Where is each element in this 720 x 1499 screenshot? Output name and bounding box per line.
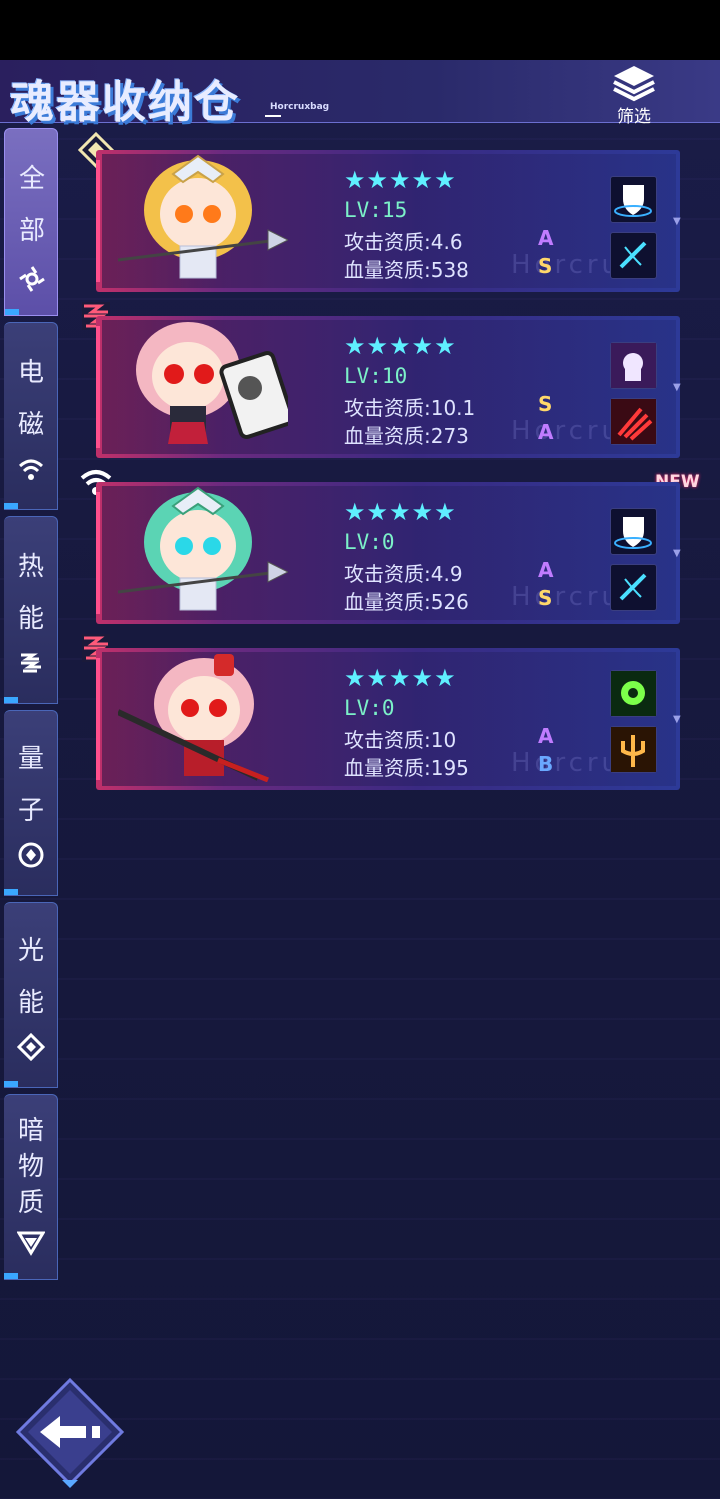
level-label: LV:10 [344,364,408,388]
tab-corner [4,697,18,703]
dark-matter-icon [16,1229,46,1257]
card-glow [96,492,100,614]
filter-button[interactable]: 筛选 [606,62,662,127]
tab-electromagnetic[interactable]: 电 磁 [4,322,58,510]
status-bar [0,0,720,60]
swirl-icon [18,265,46,293]
star-rating: ★★★★★ [344,664,457,692]
page-title: 魂器收纳仓 [10,77,240,128]
hp-grade: S [538,254,553,278]
tab-quantum[interactable]: 量 子 [4,710,58,896]
tab-dark-matter[interactable]: 暗 物 质 [4,1094,58,1280]
tab-all[interactable]: 全 部 [4,128,58,316]
filter-label: 筛选 [617,107,651,127]
level-label: LV:0 [344,696,395,720]
tab-label: 量 子 [17,744,44,826]
tab-label: 光 能 [17,936,44,1018]
page-subtitle: Horcruxbag [270,102,330,112]
fire-claw-skill-icon[interactable] [610,398,657,445]
wifi-icon [17,455,45,483]
character-portrait [136,322,288,444]
hp-stat: 血量资质:526 [344,590,469,614]
back-button[interactable] [14,1376,126,1488]
character-portrait [118,154,288,279]
attack-grade: A [538,558,554,582]
title-underline [265,115,281,117]
quantum-icon [17,841,45,869]
star-rating: ★★★★★ [344,166,457,194]
card-arrow: ▼ [673,548,681,559]
hp-grade: A [538,420,554,444]
chain-skill-icon[interactable] [610,564,657,611]
tab-corner [4,1273,18,1279]
tab-light[interactable]: 光 能 [4,902,58,1088]
tab-thermal[interactable]: 热 能 [4,516,58,704]
character-portrait [118,654,269,782]
heat-wave-icon [17,649,45,677]
card-arrow: ▼ [673,382,681,393]
tab-label: 暗 物 质 [17,1116,44,1218]
layers-icon [613,66,655,102]
hp-stat: 血量资质:195 [344,756,469,780]
attack-stat: 攻击资质:10 [344,728,457,752]
card-glow [96,326,100,448]
tab-corner [4,503,18,509]
toxic-skill-icon[interactable] [610,670,657,717]
level-label: LV:15 [344,198,408,222]
trident-skill-icon[interactable] [610,726,657,773]
card-glow [96,160,100,282]
attack-stat: 攻击资质:4.9 [344,562,463,586]
character-portrait [118,486,288,611]
attack-stat: 攻击资质:4.6 [344,230,463,254]
card-arrow: ▼ [673,216,681,227]
attack-grade: A [538,724,554,748]
hp-stat: 血量资质:538 [344,258,469,282]
card-glow [96,658,100,780]
chain-skill-icon[interactable] [610,232,657,279]
tab-label: 电 磁 [17,358,44,440]
hp-grade: B [538,752,554,776]
tab-label: 热 能 [17,552,44,634]
shield-skill-icon[interactable] [610,508,657,555]
star-rating: ★★★★★ [344,498,457,526]
star-rating: ★★★★★ [344,332,457,360]
ghost-skill-icon[interactable] [610,342,657,389]
attack-stat: 攻击资质:10.1 [344,396,476,420]
tab-corner [4,889,18,895]
card-arrow: ▼ [673,714,681,725]
hp-stat: 血量资质:273 [344,424,469,448]
tab-corner [5,309,19,315]
tab-label: 全 部 [18,164,45,246]
attack-grade: A [538,226,554,250]
attack-grade: S [538,392,553,416]
diamond-icon [16,1032,46,1062]
tab-corner [4,1081,18,1087]
shield-skill-icon[interactable] [610,176,657,223]
level-label: LV:0 [344,530,395,554]
hp-grade: S [538,586,553,610]
